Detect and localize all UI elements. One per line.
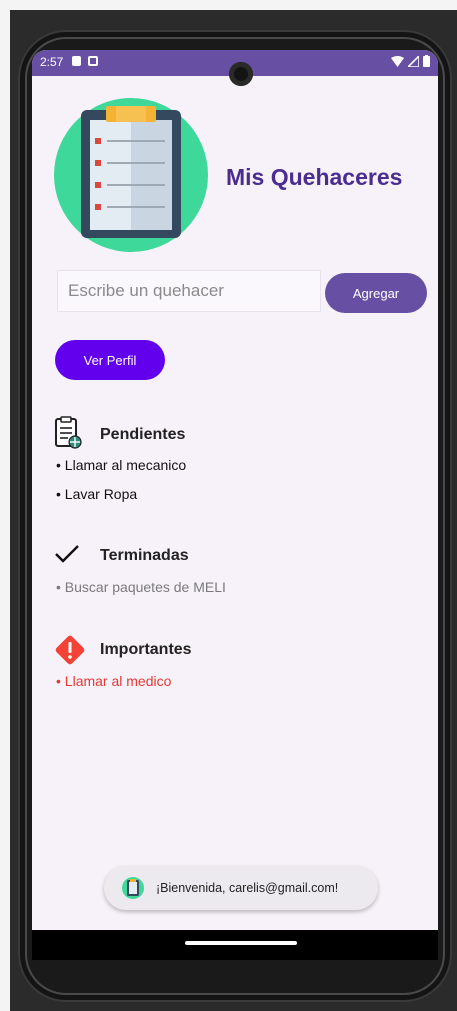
battery-icon xyxy=(423,55,430,67)
app-screen: 2:57 Mis Quehaceres Agregar Ver Perfil xyxy=(32,50,438,960)
done-item: • Buscar paquetes de MELI xyxy=(56,579,226,595)
app-logo-icon xyxy=(122,877,144,899)
front-camera xyxy=(229,62,253,86)
toast-message: ¡Bienvenida, carelis@gmail.com! xyxy=(156,881,339,895)
view-profile-button[interactable]: Ver Perfil xyxy=(55,340,165,380)
clipboard-logo-icon xyxy=(54,98,208,252)
clipboard-icon xyxy=(55,416,82,449)
signal-icon xyxy=(408,55,419,67)
task-input[interactable] xyxy=(57,270,321,312)
pending-section-title: Pendientes xyxy=(100,426,186,443)
sim-card-icon xyxy=(72,56,81,66)
home-handle[interactable] xyxy=(185,941,297,945)
status-time: 2:57 xyxy=(40,55,64,69)
app-title: Mis Quehaceres xyxy=(226,164,403,190)
pending-item: • Llamar al mecanico xyxy=(56,457,187,473)
important-item: • Llamar al medico xyxy=(56,673,172,689)
add-task-button[interactable]: Agregar xyxy=(325,273,427,313)
wifi-icon xyxy=(391,55,404,67)
important-section-title: Importantes xyxy=(100,641,192,658)
notification-icon xyxy=(88,56,98,66)
pending-item: • Lavar Ropa xyxy=(56,486,138,502)
done-section-title: Terminadas xyxy=(100,547,189,564)
checkmark-icon xyxy=(55,545,79,563)
navigation-bar xyxy=(32,930,438,960)
welcome-toast: ¡Bienvenida, carelis@gmail.com! xyxy=(104,866,378,910)
warning-icon xyxy=(55,635,85,665)
